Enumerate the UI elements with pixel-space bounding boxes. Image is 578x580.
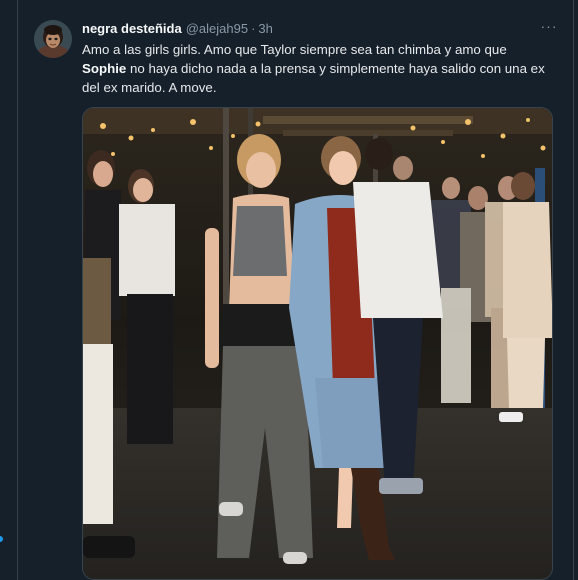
scroll-indicator [0, 536, 3, 542]
photo-image [83, 108, 552, 579]
tweet-text-bold: Sophie [82, 61, 127, 76]
tweet-text-part2: no haya dicho nada a la prensa y simplem… [82, 61, 545, 95]
avatar[interactable] [34, 20, 72, 58]
avatar-image [34, 20, 72, 58]
tweet-text: Amo a las girls girls. Amo que Taylor si… [82, 40, 552, 97]
tweet-photo[interactable] [82, 107, 553, 580]
user-handle[interactable]: @alejah95 [186, 20, 248, 38]
tweet-text-part1: Amo a las girls girls. Amo que Taylor si… [82, 42, 507, 57]
tweet-header: negra desteñida @alejah95 · 3h ··· [82, 19, 559, 38]
timestamp[interactable]: 3h [258, 20, 272, 38]
app-frame: negra desteñida @alejah95 · 3h ··· Amo a… [0, 0, 578, 580]
more-options-icon[interactable]: ··· [539, 19, 559, 38]
column-border-right [573, 0, 574, 580]
separator-dot: · [251, 21, 256, 36]
tweet[interactable]: negra desteñida @alejah95 · 3h ··· Amo a… [18, 0, 573, 580]
display-name[interactable]: negra desteñida [82, 20, 182, 38]
